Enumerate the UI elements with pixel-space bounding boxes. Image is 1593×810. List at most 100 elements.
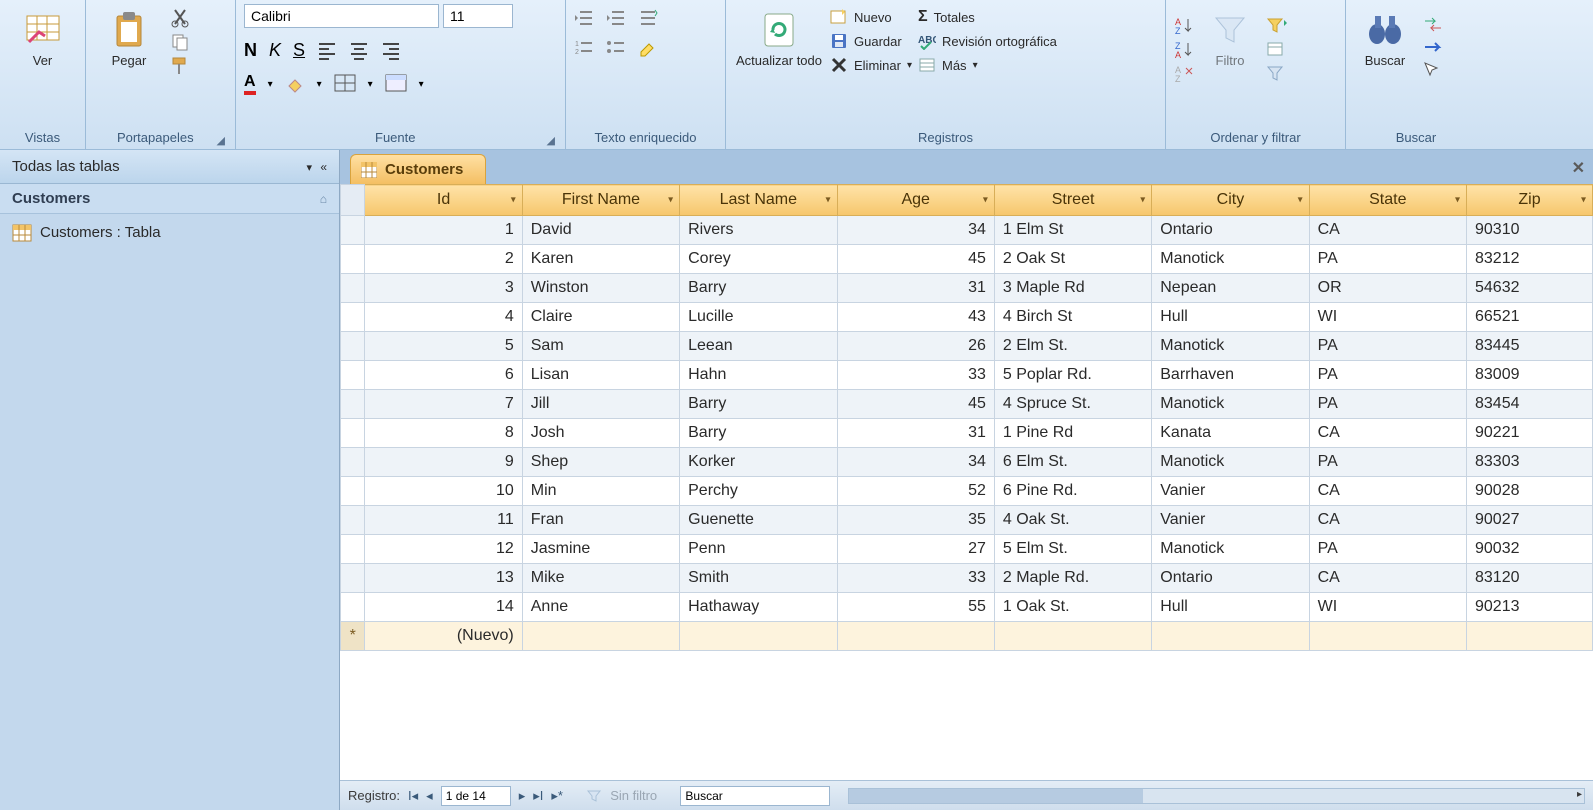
cell-id[interactable]: 14 bbox=[365, 593, 522, 622]
cell-street[interactable]: 2 Maple Rd. bbox=[994, 564, 1151, 593]
nav-item-customers-table[interactable]: Customers : Tabla bbox=[0, 214, 339, 251]
cell-age[interactable]: 45 bbox=[837, 390, 994, 419]
cell-street[interactable]: 5 Poplar Rd. bbox=[994, 361, 1151, 390]
cell-city[interactable]: Barrhaven bbox=[1152, 361, 1309, 390]
bold-button[interactable]: N bbox=[244, 40, 257, 61]
cell-age[interactable]: 34 bbox=[837, 216, 994, 245]
cell-firstname[interactable]: Fran bbox=[522, 506, 679, 535]
column-dropdown-icon[interactable]: ▾ bbox=[825, 195, 830, 206]
scrollbar-thumb[interactable] bbox=[849, 789, 1143, 803]
cell-age[interactable]: 31 bbox=[837, 274, 994, 303]
cell-zip[interactable]: 90027 bbox=[1467, 506, 1593, 535]
advanced-filter-icon[interactable] bbox=[1266, 40, 1288, 60]
cell-city[interactable]: Vanier bbox=[1152, 506, 1309, 535]
table-row[interactable]: 1DavidRivers341 Elm StOntarioCA90310 bbox=[341, 216, 1593, 245]
cell-id[interactable]: 3 bbox=[365, 274, 522, 303]
cell-firstname[interactable]: Winston bbox=[522, 274, 679, 303]
guardar-button[interactable]: Guardar bbox=[830, 32, 912, 50]
nuevo-button[interactable]: Nuevo bbox=[830, 8, 912, 26]
cell-lastname[interactable]: Barry bbox=[680, 390, 837, 419]
cell-age[interactable]: 26 bbox=[837, 332, 994, 361]
chevron-down-icon[interactable]: ▾ bbox=[317, 79, 322, 90]
row-selector[interactable] bbox=[341, 448, 365, 477]
nav-group-header[interactable]: Customers ⌂ bbox=[0, 184, 339, 214]
record-position-input[interactable] bbox=[441, 786, 511, 806]
column-dropdown-icon[interactable]: ▾ bbox=[511, 195, 516, 206]
row-selector[interactable] bbox=[341, 535, 365, 564]
eliminar-button[interactable]: Eliminar ▾ bbox=[830, 56, 912, 74]
buscar-button[interactable]: Buscar bbox=[1354, 4, 1416, 68]
revision-button[interactable]: ABCRevisión ortográfica bbox=[918, 32, 1057, 50]
cell-lastname[interactable]: Guenette bbox=[680, 506, 837, 535]
totales-button[interactable]: ΣTotales bbox=[918, 8, 1057, 26]
column-header[interactable]: City▾ bbox=[1152, 185, 1309, 216]
cell-id[interactable]: 8 bbox=[365, 419, 522, 448]
column-header[interactable]: Street▾ bbox=[994, 185, 1151, 216]
cell-state[interactable]: PA bbox=[1309, 390, 1466, 419]
cell-firstname[interactable]: Karen bbox=[522, 245, 679, 274]
cell-city[interactable]: Manotick bbox=[1152, 390, 1309, 419]
cell-lastname[interactable]: Lucille bbox=[680, 303, 837, 332]
row-selector[interactable]: * bbox=[341, 622, 365, 651]
column-dropdown-icon[interactable]: ▾ bbox=[668, 195, 673, 206]
cell-firstname[interactable]: Jill bbox=[522, 390, 679, 419]
italic-button[interactable]: K bbox=[269, 40, 281, 61]
record-search-input[interactable] bbox=[680, 786, 830, 806]
row-selector[interactable] bbox=[341, 506, 365, 535]
cell-lastname[interactable]: Leean bbox=[680, 332, 837, 361]
row-selector[interactable] bbox=[341, 274, 365, 303]
cell-lastname[interactable]: Perchy bbox=[680, 477, 837, 506]
cell-zip[interactable]: 83303 bbox=[1467, 448, 1593, 477]
font-color-button[interactable]: A bbox=[244, 73, 256, 95]
cell-age[interactable]: 35 bbox=[837, 506, 994, 535]
row-selector[interactable] bbox=[341, 361, 365, 390]
text-direction-icon[interactable] bbox=[638, 8, 658, 28]
actualizar-button[interactable]: Actualizar todo bbox=[734, 4, 824, 68]
column-header[interactable]: First Name▾ bbox=[522, 185, 679, 216]
cell-state[interactable]: CA bbox=[1309, 216, 1466, 245]
cell-firstname[interactable]: Min bbox=[522, 477, 679, 506]
first-record-icon[interactable]: I◂ bbox=[408, 788, 418, 804]
cell-zip[interactable]: 90221 bbox=[1467, 419, 1593, 448]
column-header[interactable]: State▾ bbox=[1309, 185, 1466, 216]
goto-icon[interactable] bbox=[1422, 38, 1444, 56]
cell-street[interactable]: 4 Spruce St. bbox=[994, 390, 1151, 419]
cell-city[interactable]: Manotick bbox=[1152, 245, 1309, 274]
cell-zip[interactable]: 66521 bbox=[1467, 303, 1593, 332]
cell-city[interactable]: Manotick bbox=[1152, 332, 1309, 361]
new-record-row[interactable]: *(Nuevo) bbox=[341, 622, 1593, 651]
cell-city[interactable]: Hull bbox=[1152, 303, 1309, 332]
collapse-group-icon[interactable]: ⌂ bbox=[320, 192, 327, 206]
prev-record-icon[interactable]: ◂ bbox=[426, 788, 433, 804]
cell-age[interactable]: 33 bbox=[837, 361, 994, 390]
pegar-button[interactable]: Pegar bbox=[94, 4, 164, 68]
cell-id[interactable]: 11 bbox=[365, 506, 522, 535]
cell-firstname[interactable]: Josh bbox=[522, 419, 679, 448]
cell-lastname[interactable]: Corey bbox=[680, 245, 837, 274]
cut-icon[interactable] bbox=[170, 8, 190, 28]
cell-zip[interactable]: 83445 bbox=[1467, 332, 1593, 361]
column-dropdown-icon[interactable]: ▾ bbox=[1298, 195, 1303, 206]
cell-state[interactable]: CA bbox=[1309, 564, 1466, 593]
cell-age[interactable]: 52 bbox=[837, 477, 994, 506]
cell-state[interactable]: CA bbox=[1309, 477, 1466, 506]
next-record-icon[interactable]: ▸ bbox=[519, 788, 526, 804]
highlight-icon[interactable] bbox=[638, 38, 658, 58]
cell-id[interactable]: 10 bbox=[365, 477, 522, 506]
table-row[interactable]: 10MinPerchy526 Pine Rd.VanierCA90028 bbox=[341, 477, 1593, 506]
cell-zip[interactable]: 90032 bbox=[1467, 535, 1593, 564]
table-row[interactable]: 6LisanHahn335 Poplar Rd.BarrhavenPA83009 bbox=[341, 361, 1593, 390]
align-right-icon[interactable] bbox=[381, 40, 401, 60]
sort-desc-icon[interactable]: ZA bbox=[1174, 40, 1194, 60]
fill-color-button[interactable] bbox=[285, 74, 305, 94]
cell-firstname[interactable]: Claire bbox=[522, 303, 679, 332]
replace-icon[interactable] bbox=[1422, 16, 1444, 34]
align-left-icon[interactable] bbox=[317, 40, 337, 60]
table-row[interactable]: 4ClaireLucille434 Birch StHullWI66521 bbox=[341, 303, 1593, 332]
table-row[interactable]: 12JasminePenn275 Elm St.ManotickPA90032 bbox=[341, 535, 1593, 564]
gridlines-button[interactable] bbox=[334, 74, 356, 94]
cell-age[interactable]: 55 bbox=[837, 593, 994, 622]
collapse-pane-icon[interactable]: « bbox=[320, 160, 327, 174]
last-record-icon[interactable]: ▸I bbox=[533, 788, 543, 804]
select-icon[interactable] bbox=[1422, 60, 1444, 78]
